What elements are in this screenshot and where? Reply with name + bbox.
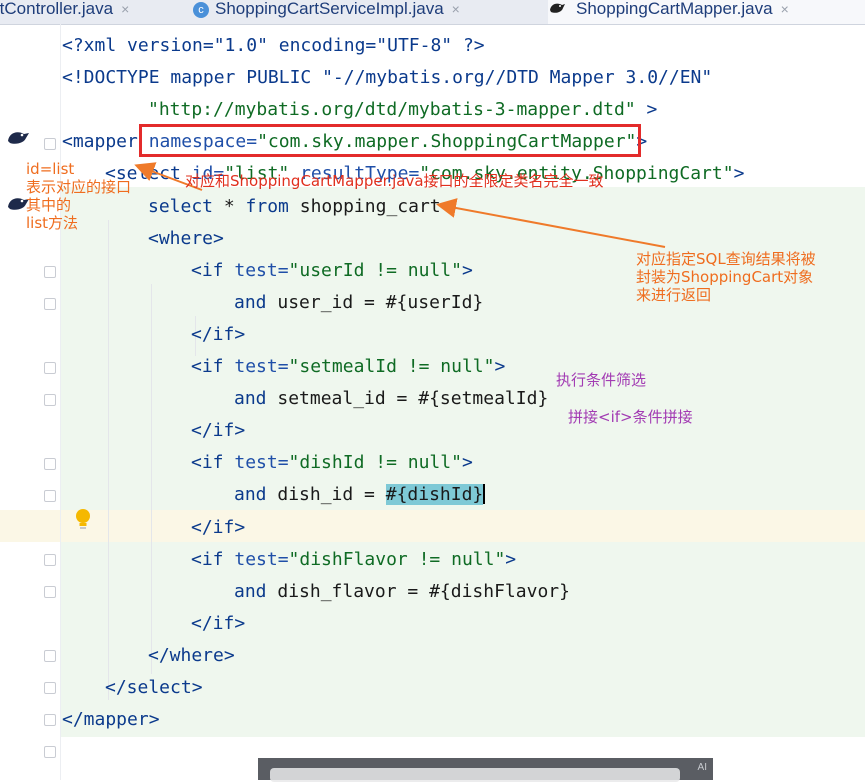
id-list-note: id=list 表示对应的接口 其中的 list方法	[26, 160, 132, 232]
arrow-to-resulttype	[436, 198, 666, 248]
concat-note: 拼接<if>条件拼接	[568, 408, 693, 426]
subtitle-overlay: AI	[258, 758, 713, 782]
ai-badge: AI	[697, 762, 707, 773]
filter-note: 执行条件筛选	[556, 371, 647, 389]
namespace-note: 对应和ShoppingCartMapper.java接口的全限定类名完全一致	[185, 172, 604, 190]
result-type-note: 对应指定SQL查询结果将被 封装为ShoppingCart对象 来进行返回	[636, 250, 816, 304]
annotation-arrows	[134, 162, 666, 248]
